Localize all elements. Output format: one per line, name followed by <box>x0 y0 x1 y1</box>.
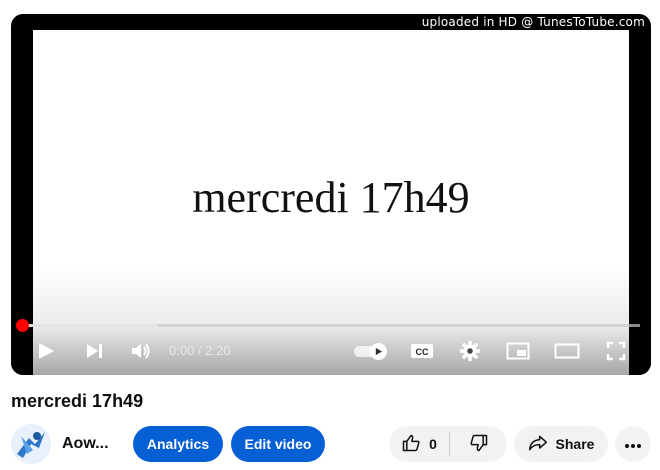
edit-video-button[interactable]: Edit video <box>231 426 325 462</box>
more-horizontal-icon <box>624 436 642 452</box>
share-label: Share <box>555 436 595 452</box>
thumbs-up-icon <box>401 433 421 456</box>
analytics-button[interactable]: Analytics <box>133 426 223 462</box>
settings-button[interactable] <box>457 336 483 366</box>
time-display: 0:00 / 2:20 <box>169 343 231 358</box>
play-icon <box>36 341 56 361</box>
gear-icon <box>459 340 481 362</box>
theater-button[interactable] <box>553 336 581 366</box>
miniplayer-icon <box>506 342 530 360</box>
share-icon <box>528 434 548 455</box>
autoplay-knob <box>370 343 387 360</box>
volume-button[interactable] <box>128 336 154 366</box>
video-watermark: uploaded in HD @ TunesToTube.com <box>421 15 645 29</box>
scrubber-handle[interactable] <box>16 319 29 332</box>
like-count: 0 <box>429 436 437 452</box>
captions-button[interactable]: CC <box>409 336 435 366</box>
video-slide-text: mercredi 17h49 <box>192 173 470 222</box>
progress-bar[interactable] <box>16 319 640 332</box>
captions-icon: CC <box>410 342 434 360</box>
miniplayer-button[interactable] <box>505 336 531 366</box>
thumbs-down-icon <box>469 433 489 456</box>
autoplay-toggle[interactable] <box>354 343 390 360</box>
buffered-bar <box>22 324 158 327</box>
video-title: mercredi 17h49 <box>11 391 144 411</box>
next-button[interactable] <box>81 336 107 366</box>
channel-avatar[interactable] <box>11 424 51 464</box>
dislike-button[interactable] <box>450 433 507 456</box>
fullscreen-button[interactable] <box>603 336 629 366</box>
more-actions-button[interactable] <box>615 426 651 462</box>
fullscreen-icon <box>606 341 626 361</box>
autoplay-play-icon <box>374 343 383 361</box>
like-button[interactable]: 0 <box>389 433 449 456</box>
play-button[interactable] <box>33 336 59 366</box>
share-button[interactable]: Share <box>514 426 608 462</box>
svg-text:CC: CC <box>416 347 429 357</box>
volume-icon <box>130 341 152 361</box>
channel-name[interactable]: Aow... <box>62 435 109 453</box>
like-dislike-group: 0 <box>389 426 507 462</box>
video-player[interactable]: mercredi 17h49 uploaded in HD @ TunesToT… <box>11 14 651 375</box>
next-icon <box>84 341 104 361</box>
theater-icon <box>554 343 580 359</box>
